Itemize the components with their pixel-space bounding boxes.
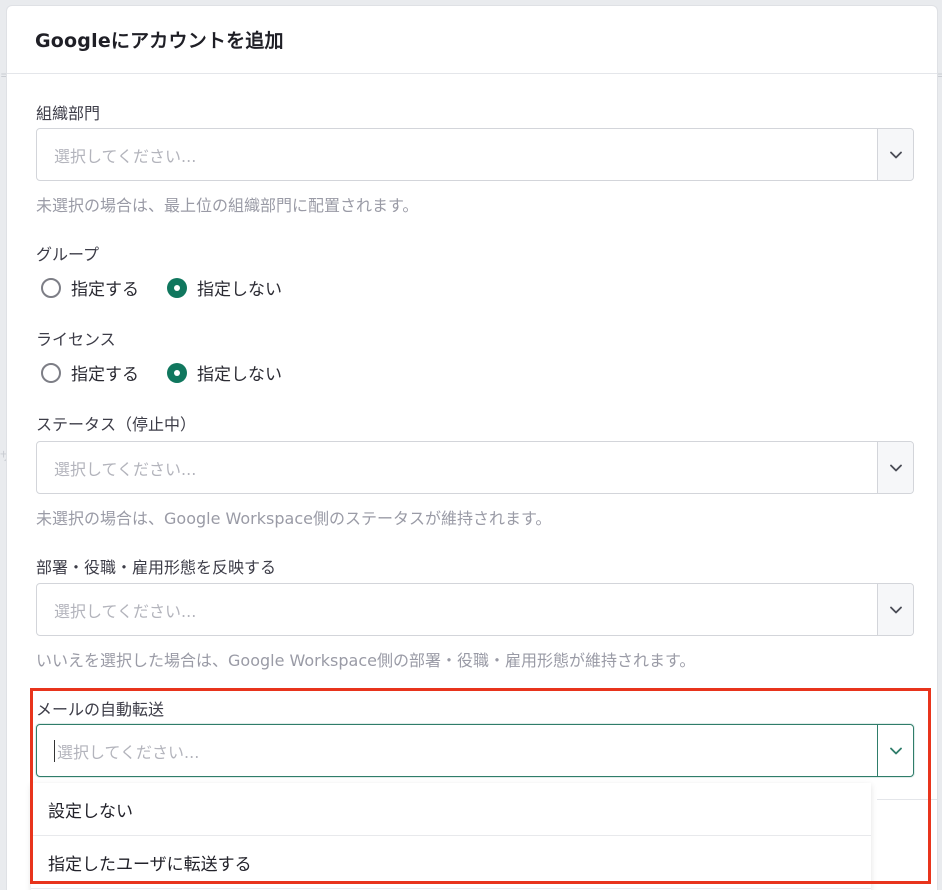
license-radio-group: 指定する 指定しない — [41, 360, 310, 385]
reflect-help: いいえを選択した場合は、Google Workspace側の部署・役職・雇用形態… — [36, 651, 696, 670]
status-select[interactable]: 選択してください... — [36, 441, 914, 494]
modal-header: Googleにアカウントを追加 — [7, 6, 937, 74]
mail-forward-label: メールの自動転送 — [36, 700, 165, 719]
mail-forward-toggle[interactable] — [877, 725, 913, 776]
mail-forward-dropdown: 設定しない 指定したユーザに転送する — [31, 783, 871, 890]
modal-footer-divider — [877, 799, 937, 800]
chevron-down-icon — [889, 606, 902, 613]
org-unit-help: 未選択の場合は、最上位の組織部門に配置されます。 — [36, 196, 419, 215]
radio-unchecked-icon — [41, 362, 61, 383]
radio-label: 指定する — [71, 280, 139, 300]
dropdown-option-no-setting[interactable]: 設定しない — [31, 783, 871, 836]
reflect-select[interactable]: 選択してください... — [36, 583, 914, 636]
radio-unchecked-icon — [41, 277, 61, 298]
license-radio-not-specify[interactable]: 指定しない — [167, 360, 282, 385]
license-label: ライセンス — [36, 330, 116, 349]
status-toggle[interactable] — [877, 442, 913, 493]
mail-forward-placeholder: 選択してください... — [57, 742, 200, 762]
status-help: 未選択の場合は、Google Workspace側のステータスが維持されます。 — [36, 509, 552, 528]
group-radio-specify[interactable]: 指定する — [41, 275, 139, 300]
radio-label: 指定しない — [197, 280, 282, 300]
org-unit-placeholder: 選択してください... — [54, 146, 197, 166]
mail-forward-select[interactable]: 選択してください... — [36, 724, 914, 777]
reflect-toggle[interactable] — [877, 584, 913, 635]
radio-label: 指定しない — [197, 365, 282, 385]
modal-title: Googleにアカウントを追加 — [35, 30, 284, 52]
mail-forward-input[interactable]: 選択してください... — [37, 725, 877, 776]
org-unit-select[interactable]: 選択してください... — [36, 128, 914, 181]
chevron-down-icon — [889, 464, 902, 471]
reflect-label: 部署・役職・雇用形態を反映する — [36, 558, 277, 577]
radio-checked-icon — [167, 362, 187, 383]
group-radio-group: 指定する 指定しない — [41, 275, 310, 300]
dropdown-option-forward-to-user[interactable]: 指定したユーザに転送する — [31, 836, 871, 889]
radio-checked-icon — [167, 277, 187, 298]
org-unit-label: 組織部門 — [36, 104, 101, 123]
group-label: グループ — [36, 245, 100, 264]
chevron-down-icon — [889, 747, 902, 754]
text-caret — [54, 739, 55, 762]
group-radio-not-specify[interactable]: 指定しない — [167, 275, 282, 300]
org-unit-toggle[interactable] — [877, 129, 913, 180]
radio-label: 指定する — [71, 365, 139, 385]
chevron-down-icon — [889, 151, 902, 158]
status-label: ステータス（停止中） — [36, 415, 197, 434]
add-account-modal: Googleにアカウントを追加 組織部門 選択してください... 未選択の場合は… — [6, 5, 938, 890]
license-radio-specify[interactable]: 指定する — [41, 360, 139, 385]
reflect-placeholder: 選択してください... — [54, 601, 197, 621]
status-placeholder: 選択してください... — [54, 459, 197, 479]
